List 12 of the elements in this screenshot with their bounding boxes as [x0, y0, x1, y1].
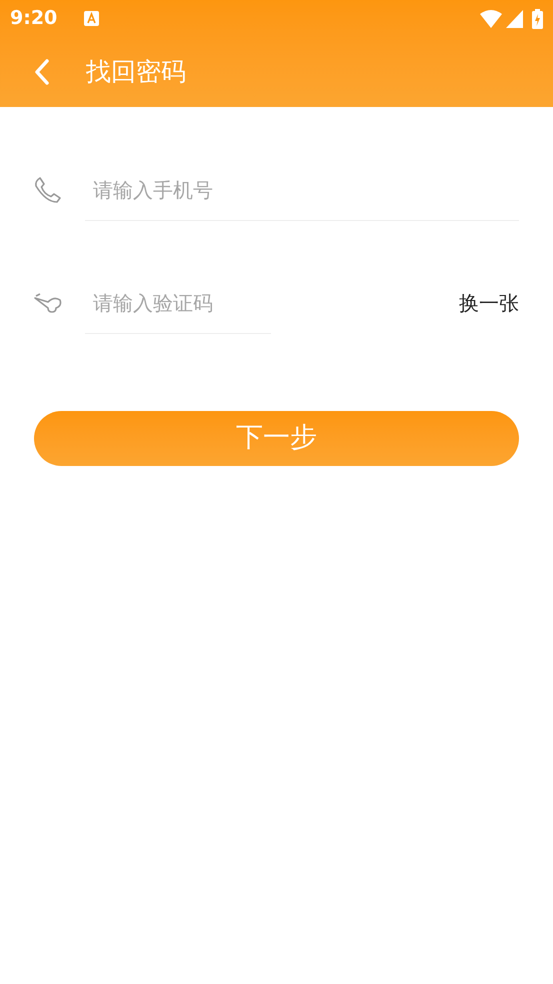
key-icon [34, 292, 62, 314]
battery-icon [532, 8, 543, 28]
back-icon [34, 59, 50, 85]
signal-icon [506, 10, 523, 28]
refresh-code-link[interactable]: 换一张 [459, 288, 519, 318]
code-field[interactable]: 请输入验证码 [85, 272, 271, 334]
wifi-icon [480, 10, 502, 28]
notification-icon [84, 11, 100, 26]
page-title: 找回密码 [86, 56, 186, 88]
status-time: 9:20 [10, 6, 58, 32]
phone-icon [34, 176, 62, 204]
phone-field[interactable]: 请输入手机号 [85, 159, 519, 221]
